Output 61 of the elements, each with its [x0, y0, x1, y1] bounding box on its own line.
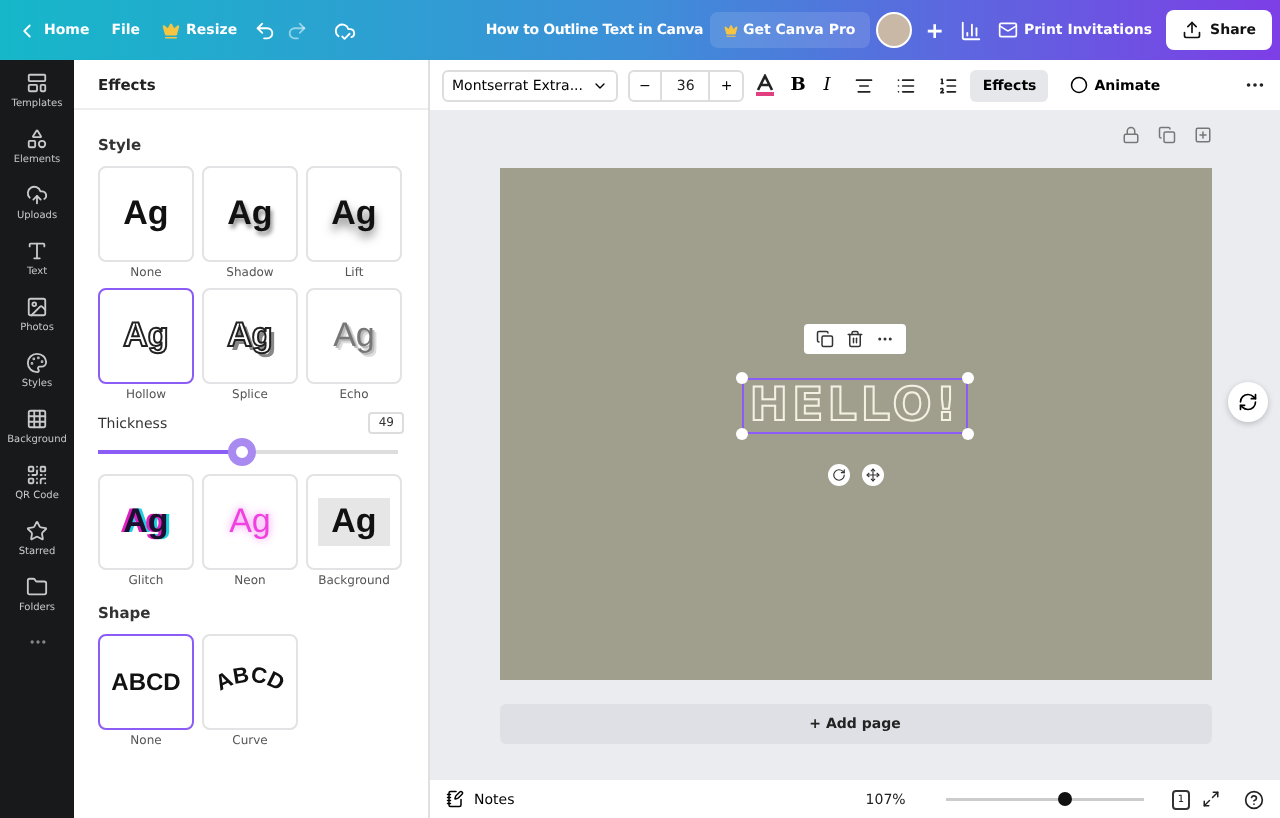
- curved-preview-text: ABCD: [210, 662, 290, 702]
- qr-code-icon: [26, 464, 48, 486]
- notes-icon: [446, 790, 464, 808]
- style-preview-text: Ag: [123, 194, 169, 234]
- image-icon: [26, 296, 48, 318]
- style-preview-text: Ag: [331, 194, 377, 234]
- add-icon[interactable]: [1193, 126, 1211, 144]
- effect-style-option[interactable]: Ag: [306, 166, 402, 262]
- bar-chart-icon[interactable]: [957, 17, 984, 43]
- resize-handle[interactable]: [735, 428, 748, 440]
- crown-icon: [723, 23, 737, 37]
- refresh-icon[interactable]: [1228, 382, 1268, 422]
- line-spacing-icon[interactable]: [936, 73, 961, 97]
- text-icon: [26, 240, 48, 262]
- style-preview-text: Ag: [123, 502, 169, 542]
- style-preview-text: Ag: [317, 498, 391, 546]
- crown-icon: [162, 21, 181, 39]
- duplicate-icon[interactable]: [816, 330, 834, 348]
- zoom-thumb[interactable]: [1057, 792, 1072, 806]
- move-icon[interactable]: [861, 464, 883, 486]
- align-center-icon[interactable]: [852, 73, 877, 97]
- folder-icon: [26, 576, 48, 598]
- shape-option[interactable]: ABCD: [202, 634, 298, 730]
- resize-handle[interactable]: [735, 372, 748, 384]
- avatar[interactable]: [875, 12, 912, 48]
- add-button[interactable]: +: [917, 13, 952, 47]
- delete-icon[interactable]: [846, 330, 864, 348]
- bold-button[interactable]: B: [786, 73, 810, 97]
- style-preview-text: Ag: [227, 316, 273, 356]
- envelope-icon: [997, 20, 1018, 40]
- star-icon: [26, 520, 48, 542]
- style-preview-text: Ag: [227, 194, 273, 234]
- effect-style-option[interactable]: Ag: [202, 166, 298, 262]
- style-preview-text: Ag: [333, 316, 375, 356]
- help-icon[interactable]: [1244, 789, 1264, 809]
- cloud-upload-icon: [26, 184, 48, 206]
- resize-handle[interactable]: [962, 372, 975, 384]
- effect-style-option[interactable]: Ag: [306, 288, 402, 384]
- italic-button[interactable]: I: [819, 73, 835, 97]
- fullscreen-icon[interactable]: [1202, 790, 1220, 808]
- circle-icon: [1070, 76, 1089, 94]
- effect-style-option[interactable]: Ag: [202, 288, 298, 384]
- shapes-icon: [26, 128, 48, 150]
- resize-handle[interactable]: [962, 428, 975, 440]
- lock-icon[interactable]: [1121, 126, 1139, 144]
- slider-thumb[interactable]: [228, 438, 256, 466]
- effect-style-option[interactable]: Ag: [98, 288, 194, 384]
- layout-icon: [25, 72, 48, 94]
- undo-icon[interactable]: [251, 17, 278, 43]
- effect-style-option[interactable]: Ag: [98, 166, 194, 262]
- effect-style-option[interactable]: Ag: [306, 474, 402, 570]
- text-color-icon[interactable]: [754, 74, 777, 96]
- shape-option[interactable]: ABCD: [98, 634, 194, 730]
- style-preview-text: Ag: [229, 502, 271, 542]
- effect-style-option[interactable]: Ag: [98, 474, 194, 570]
- rotate-icon[interactable]: [827, 464, 849, 486]
- grid-icon: [26, 408, 48, 430]
- style-preview-text: Ag: [123, 316, 169, 356]
- shape-preview-text: ABCD: [111, 668, 181, 696]
- palette-icon: [25, 352, 48, 374]
- upload-icon: [1182, 20, 1203, 40]
